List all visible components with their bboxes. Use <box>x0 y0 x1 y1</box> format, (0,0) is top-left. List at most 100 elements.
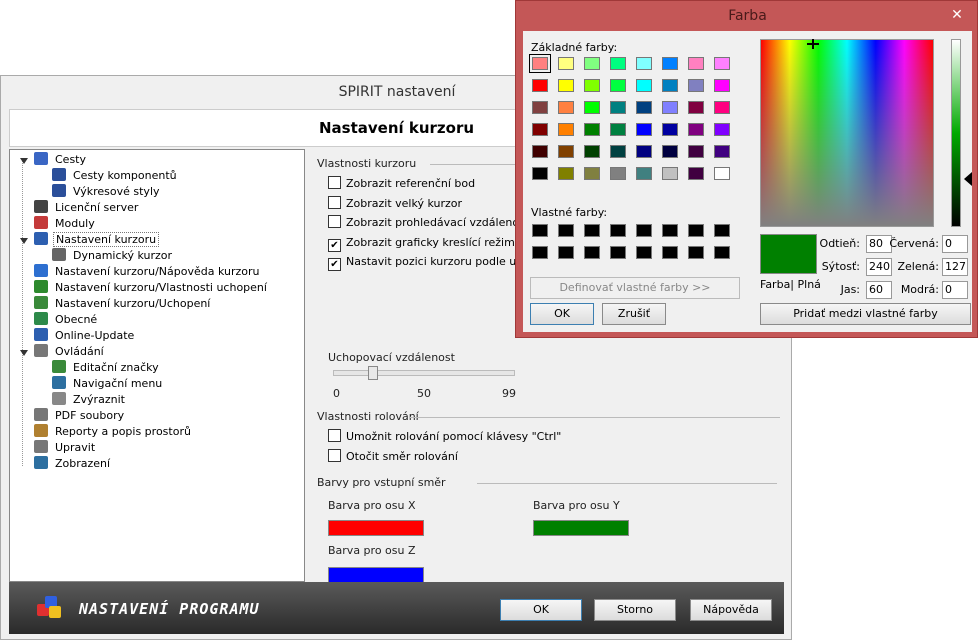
basic-color-swatch[interactable] <box>662 167 678 180</box>
tree-item[interactable]: Editační značky <box>52 360 161 376</box>
basic-color-swatch[interactable] <box>532 145 548 158</box>
checkbox-checked[interactable]: ✔ <box>328 258 341 271</box>
custom-color-swatch[interactable] <box>636 224 652 237</box>
basic-color-swatch[interactable] <box>688 145 704 158</box>
basic-color-swatch[interactable] <box>636 167 652 180</box>
tree-item[interactable]: Nastavení kurzoru/Nápověda kurzoru <box>34 264 262 280</box>
tree-item[interactable]: Online-Update <box>34 328 136 344</box>
basic-color-swatch[interactable] <box>714 167 730 180</box>
basic-color-swatch[interactable] <box>662 145 678 158</box>
basic-color-swatch[interactable] <box>636 79 652 92</box>
basic-color-swatch[interactable] <box>558 167 574 180</box>
checkbox-checked[interactable]: ✔ <box>328 238 341 252</box>
basic-color-swatch[interactable] <box>532 101 548 114</box>
basic-color-swatch[interactable] <box>584 167 600 180</box>
dialog-ok-button[interactable]: OK <box>530 303 594 325</box>
tree-item[interactable]: Cesty <box>34 152 88 168</box>
tree-item[interactable]: Výkresové styly <box>52 184 162 200</box>
basic-color-swatch[interactable] <box>610 145 626 158</box>
snap-slider-thumb[interactable] <box>368 366 378 380</box>
basic-color-swatch[interactable] <box>662 57 678 70</box>
tree-item[interactable]: PDF soubory <box>34 408 126 424</box>
custom-color-swatch[interactable] <box>558 224 574 237</box>
red-field[interactable]: 0 <box>942 235 968 253</box>
custom-color-swatch[interactable] <box>610 246 626 259</box>
luminance-bar[interactable] <box>951 39 961 227</box>
custom-color-swatch[interactable] <box>558 246 574 259</box>
tree-item[interactable]: Cesty komponentů <box>52 168 179 184</box>
tree-item[interactable]: Nastavení kurzoru/Uchopení <box>34 296 212 312</box>
tree-item[interactable]: Upravit <box>34 440 97 456</box>
custom-color-swatch[interactable] <box>636 246 652 259</box>
expand-toggle-icon[interactable] <box>20 158 28 164</box>
checkbox-option[interactable]: Zobrazit velký kurzor <box>328 195 462 212</box>
custom-color-swatch[interactable] <box>662 246 678 259</box>
checkbox-option[interactable]: Zobrazit referenční bod <box>328 176 475 192</box>
basic-color-swatch[interactable] <box>688 101 704 114</box>
basic-color-swatch[interactable] <box>610 167 626 180</box>
tree-item[interactable]: Moduly <box>34 216 97 232</box>
tree-item[interactable]: Obecné <box>34 312 99 328</box>
custom-color-swatch[interactable] <box>532 224 548 237</box>
basic-color-swatch[interactable] <box>662 101 678 114</box>
basic-color-swatch[interactable] <box>532 167 548 180</box>
axis-z-color-swatch[interactable] <box>328 567 424 583</box>
axis-x-color-swatch[interactable] <box>328 520 424 536</box>
snap-slider-track[interactable] <box>333 370 515 376</box>
basic-color-swatch[interactable] <box>636 57 652 70</box>
checkbox-option[interactable]: Otočit směr rolování <box>328 449 458 465</box>
basic-color-swatch[interactable] <box>532 123 548 136</box>
tree-item[interactable]: Nastavení kurzoru <box>34 232 160 248</box>
blue-field[interactable]: 0 <box>942 281 968 299</box>
basic-color-swatch[interactable] <box>688 167 704 180</box>
dialog-cancel-button[interactable]: Zrušiť <box>602 303 666 325</box>
basic-color-swatch[interactable] <box>662 123 678 136</box>
custom-color-swatch[interactable] <box>532 246 548 259</box>
basic-color-swatch[interactable] <box>558 123 574 136</box>
custom-color-swatch[interactable] <box>688 224 704 237</box>
basic-color-swatch[interactable] <box>610 57 626 70</box>
settings-tree[interactable]: Cesty Cesty komponentů Výkresové styly Lice… <box>9 149 305 582</box>
basic-color-swatch[interactable] <box>714 101 730 114</box>
basic-color-swatch[interactable] <box>636 123 652 136</box>
basic-color-swatch[interactable] <box>688 57 704 70</box>
basic-color-swatch[interactable] <box>529 54 551 73</box>
expand-toggle-icon[interactable] <box>20 350 28 356</box>
checkbox-unchecked[interactable] <box>328 176 341 189</box>
basic-color-swatch[interactable] <box>584 79 600 92</box>
basic-color-swatch[interactable] <box>584 145 600 158</box>
basic-color-swatch[interactable] <box>714 57 730 70</box>
close-icon[interactable]: ✕ <box>947 6 967 24</box>
color-spectrum[interactable] <box>760 39 934 227</box>
basic-color-swatch[interactable] <box>532 79 548 92</box>
basic-color-swatch[interactable] <box>714 79 730 92</box>
tree-item[interactable]: Dynamický kurzor <box>52 248 174 264</box>
basic-color-swatch[interactable] <box>636 145 652 158</box>
tree-item[interactable]: Reporty a popis prostorů <box>34 424 193 440</box>
basic-color-swatch[interactable] <box>558 57 574 70</box>
basic-color-swatch[interactable] <box>636 101 652 114</box>
custom-color-swatch[interactable] <box>584 224 600 237</box>
add-custom-color-button[interactable]: Pridať medzi vlastné farby <box>760 303 971 325</box>
basic-color-swatch[interactable] <box>610 101 626 114</box>
tree-item[interactable]: Licenční server <box>34 200 140 216</box>
checkbox-option[interactable]: Zobrazit prohledávací vzdálenost ku <box>328 215 546 231</box>
tree-item[interactable]: Ovládání <box>34 344 106 360</box>
basic-color-swatch[interactable] <box>558 145 574 158</box>
checkbox-unchecked[interactable] <box>328 449 341 462</box>
checkbox-unchecked[interactable] <box>328 215 341 228</box>
custom-color-swatch[interactable] <box>662 224 678 237</box>
custom-color-swatch[interactable] <box>688 246 704 259</box>
checkbox-unchecked[interactable] <box>328 195 341 209</box>
basic-color-swatch[interactable] <box>714 123 730 136</box>
basic-color-swatch[interactable] <box>610 123 626 136</box>
help-button[interactable]: Nápověda <box>690 599 772 621</box>
basic-color-swatch[interactable] <box>558 101 574 114</box>
basic-color-swatch[interactable] <box>584 101 600 114</box>
basic-color-swatch[interactable] <box>584 57 600 70</box>
cancel-button[interactable]: Storno <box>594 599 676 621</box>
checkbox-option[interactable]: Umožnit rolování pomocí klávesy "Ctrl" <box>328 429 561 445</box>
custom-color-swatch[interactable] <box>584 246 600 259</box>
basic-color-swatch[interactable] <box>610 79 626 92</box>
custom-color-swatch[interactable] <box>714 246 730 259</box>
